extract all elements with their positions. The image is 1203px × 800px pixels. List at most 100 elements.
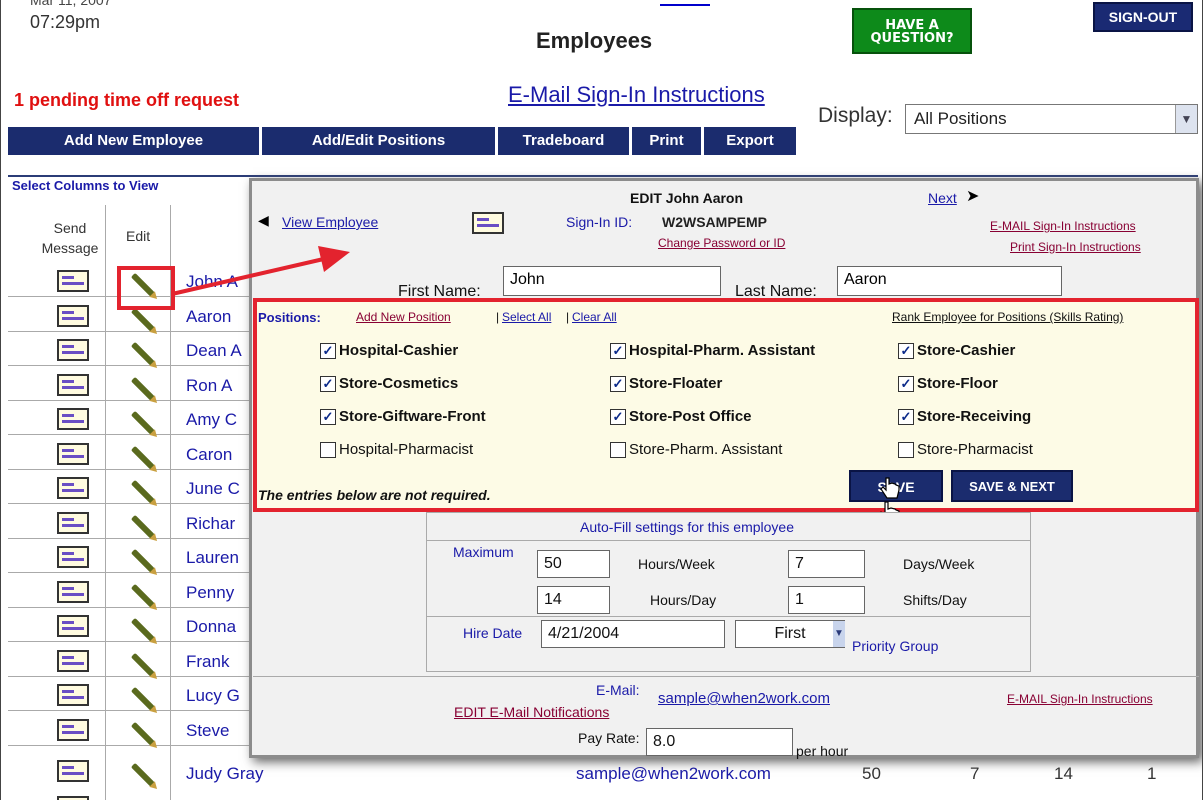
date-label: Mar 11, 2007 <box>30 0 112 8</box>
position-checkbox[interactable]: ✓ Store-Receiving <box>898 408 1031 425</box>
message-icon[interactable] <box>57 305 89 327</box>
checkbox-unchecked-icon[interactable] <box>320 441 336 458</box>
last-name-input[interactable]: Aaron <box>837 266 1062 296</box>
checkbox-unchecked-icon[interactable] <box>610 441 626 458</box>
message-icon[interactable] <box>57 270 89 292</box>
shifts-day-input[interactable]: 1 <box>788 586 865 614</box>
hire-date-label: Hire Date <box>463 625 523 641</box>
message-icon[interactable] <box>57 374 89 396</box>
checkbox-checked-icon[interactable]: ✓ <box>610 342 626 359</box>
sign-out-button[interactable]: SIGN-OUT <box>1093 2 1193 32</box>
message-icon[interactable] <box>57 796 89 800</box>
print-button[interactable]: Print <box>632 127 704 155</box>
checkbox-unchecked-icon[interactable] <box>898 441 914 458</box>
priority-group-select[interactable]: First <box>735 620 845 648</box>
days-week-input[interactable]: 7 <box>788 550 865 578</box>
view-employee-link[interactable]: View Employee <box>282 214 378 230</box>
position-checkbox[interactable]: Hospital-Pharmacist <box>320 441 473 458</box>
display-select[interactable]: All Positions ▼ <box>905 104 1198 134</box>
add-new-position-link[interactable]: Add New Position <box>356 310 451 324</box>
checkbox-checked-icon[interactable]: ✓ <box>610 408 626 425</box>
checkbox-checked-icon[interactable]: ✓ <box>898 342 914 359</box>
position-checkbox[interactable]: ✓ Hospital-Cashier <box>320 342 458 359</box>
message-icon[interactable] <box>472 212 504 234</box>
edit-email-notifications-link[interactable]: EDIT E-Mail Notifications <box>454 704 609 720</box>
add-edit-positions-button[interactable]: Add/Edit Positions <box>262 127 498 155</box>
position-label: Hospital-Pharmacist <box>339 441 474 458</box>
priority-group-link[interactable]: Priority Group <box>852 638 938 654</box>
print-signin-instructions-link[interactable]: Print Sign-In Instructions <box>1010 240 1141 254</box>
checkbox-checked-icon[interactable]: ✓ <box>320 375 336 392</box>
position-checkbox[interactable]: Store-Pharm. Assistant <box>610 441 782 458</box>
position-checkbox[interactable]: ✓ Store-Floor <box>898 375 998 392</box>
position-label: Store-Floater <box>629 375 723 392</box>
next-employee-link[interactable]: Next <box>928 190 957 206</box>
top-link-fragment[interactable] <box>660 0 710 6</box>
position-checkbox[interactable]: Store-Pharmacist <box>898 441 1033 458</box>
email-signin-instructions-link-modal[interactable]: E-MAIL Sign-In Instructions <box>990 219 1136 233</box>
position-checkbox[interactable]: ✓ Store-Giftware-Front <box>320 408 486 425</box>
select-all-link[interactable]: Select All <box>502 310 551 324</box>
page-title: Employees <box>536 28 653 53</box>
checkbox-checked-icon[interactable]: ✓ <box>320 342 336 359</box>
message-icon[interactable] <box>57 477 89 499</box>
email-signin-instructions-link-bottom[interactable]: E-MAIL Sign-In Instructions <box>1007 692 1153 706</box>
position-checkbox[interactable]: ✓ Hospital-Pharm. Assistant <box>610 342 815 359</box>
message-icon[interactable] <box>57 339 89 361</box>
separator: | <box>496 310 500 324</box>
position-checkbox[interactable]: ✓ Store-Floater <box>610 375 722 392</box>
pay-rate-input[interactable]: 8.0 <box>646 728 793 756</box>
message-icon[interactable] <box>57 650 89 672</box>
message-icon[interactable] <box>57 684 89 706</box>
not-required-note: The entries below are not required. <box>258 487 491 503</box>
add-new-employee-button[interactable]: Add New Employee <box>8 127 262 155</box>
change-password-link[interactable]: Change Password or ID <box>658 236 785 250</box>
employee-name-last[interactable]: Judy Gray <box>186 764 263 784</box>
rank-employee-link[interactable]: Rank Employee for Positions (Skills Rati… <box>892 310 1123 324</box>
email-label: E-Mail: <box>596 682 640 698</box>
modal-title: EDIT John Aaron <box>630 190 744 206</box>
message-icon[interactable] <box>57 581 89 603</box>
checkbox-checked-icon[interactable]: ✓ <box>320 408 336 425</box>
message-icon[interactable] <box>57 615 89 637</box>
message-icon[interactable] <box>57 408 89 430</box>
checkbox-checked-icon[interactable]: ✓ <box>610 375 626 392</box>
pending-timeoff-link[interactable]: 1 pending time off request <box>14 90 239 111</box>
message-icon[interactable] <box>57 760 89 782</box>
display-select-value: All Positions <box>914 109 1007 128</box>
email-signin-instructions-link[interactable]: E-Mail Sign-In Instructions <box>508 82 765 108</box>
divider <box>426 616 1031 617</box>
email-link[interactable]: sample@when2work.com <box>658 690 830 707</box>
message-icon[interactable] <box>57 512 89 534</box>
message-icon[interactable] <box>57 443 89 465</box>
hire-date-input[interactable]: 4/21/2004 <box>541 620 725 648</box>
clear-all-link[interactable]: Clear All <box>572 310 617 324</box>
have-question-button[interactable]: HAVE A QUESTION? <box>852 8 972 54</box>
hours-day-input[interactable]: 14 <box>537 586 610 614</box>
employee-email-last[interactable]: sample@when2work.com <box>576 764 771 784</box>
chevron-down-icon[interactable]: ▼ <box>1175 105 1197 133</box>
time-label: 07:29pm <box>30 12 101 32</box>
position-checkbox[interactable]: ✓ Store-Cashier <box>898 342 1015 359</box>
employee-max-hours: 50 <box>862 764 881 783</box>
checkbox-checked-icon[interactable]: ✓ <box>898 375 914 392</box>
select-columns-link[interactable]: Select Columns to View <box>12 178 158 193</box>
export-button[interactable]: Export <box>704 127 796 155</box>
autofill-link[interactable]: Auto-Fill <box>580 519 631 535</box>
tradeboard-button[interactable]: Tradeboard <box>498 127 632 155</box>
pay-rate-label: Pay Rate: <box>578 730 640 746</box>
message-icon[interactable] <box>57 546 89 568</box>
signin-id-value: W2WSAMPEMP <box>662 214 767 230</box>
position-checkbox[interactable]: ✓ Store-Cosmetics <box>320 375 458 392</box>
hours-week-input[interactable]: 50 <box>537 550 610 578</box>
message-icon[interactable] <box>57 719 89 741</box>
back-arrow-icon[interactable]: ◀ <box>258 212 269 229</box>
chevron-down-icon[interactable]: ▼ <box>833 621 845 647</box>
save-and-next-button[interactable]: SAVE & NEXT <box>951 470 1073 502</box>
checkbox-checked-icon[interactable]: ✓ <box>898 408 914 425</box>
position-checkbox[interactable]: ✓ Store-Post Office <box>610 408 752 425</box>
hours-week-label: Hours/Week <box>638 556 715 572</box>
next-arrow-icon[interactable]: ➤ <box>966 186 979 206</box>
position-label: Hospital-Cashier <box>339 342 459 359</box>
first-name-input[interactable]: John <box>503 266 721 296</box>
